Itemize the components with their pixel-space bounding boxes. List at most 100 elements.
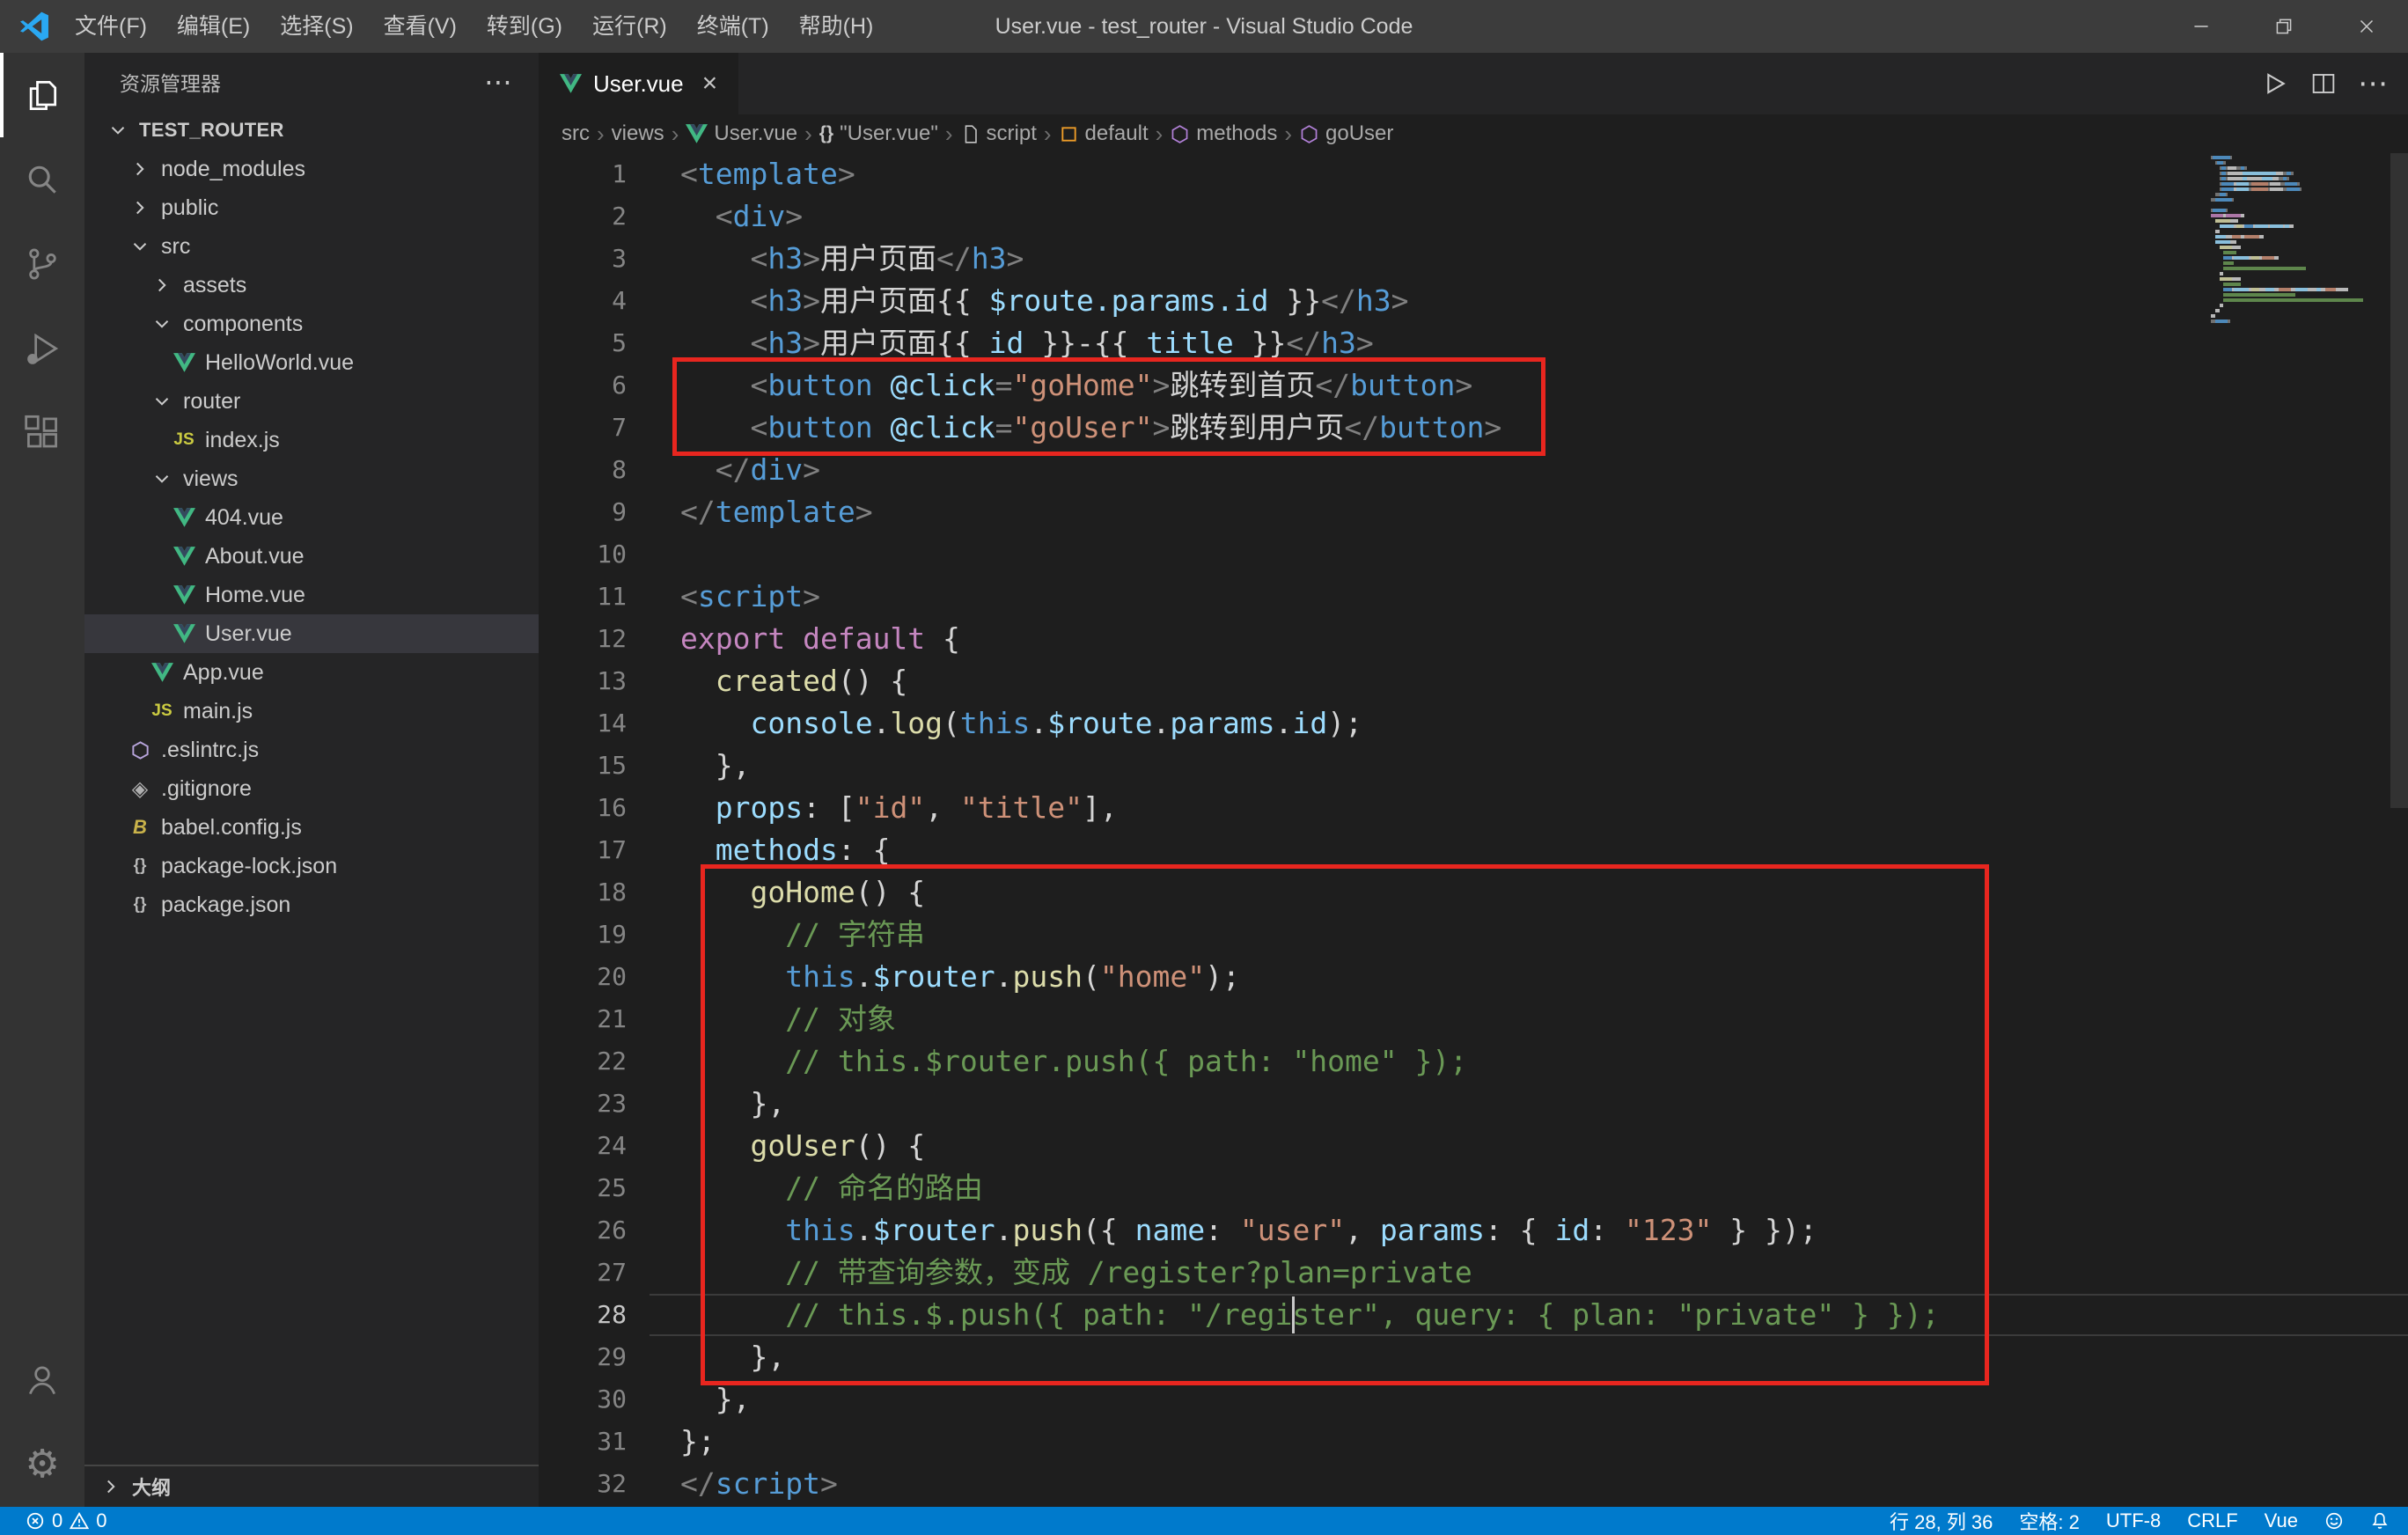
breadcrumb-item[interactable]: script: [960, 121, 1037, 146]
activity-search[interactable]: [0, 137, 84, 222]
code-line[interactable]: 3 <h3>用户页面</h3>: [539, 238, 2408, 280]
tab-user-vue[interactable]: User.vue ×: [539, 53, 738, 114]
tree-item-src[interactable]: src: [84, 227, 539, 266]
cursor-position[interactable]: 行 28, 列 36: [1876, 1507, 2006, 1535]
tree-item--eslintrc-js[interactable]: .eslintrc.js: [84, 731, 539, 769]
tree-item--gitignore[interactable]: ◈.gitignore: [84, 769, 539, 808]
code-line[interactable]: 8 </div>: [539, 449, 2408, 491]
menu-item[interactable]: 选择(S): [265, 0, 368, 53]
code-line[interactable]: 21 // 对象: [539, 998, 2408, 1040]
menu-item[interactable]: 文件(F): [60, 0, 162, 53]
tree-item-router[interactable]: router: [84, 382, 539, 421]
menu-item[interactable]: 查看(V): [369, 0, 472, 53]
breadcrumb-item[interactable]: User.vue: [686, 121, 797, 146]
split-editor-button[interactable]: [2302, 62, 2345, 105]
code-line[interactable]: 6 <button @click="goHome">跳转到首页</button>: [539, 364, 2408, 407]
restore-button[interactable]: [2243, 0, 2325, 53]
tree-item-babel-config-js[interactable]: Bbabel.config.js: [84, 808, 539, 847]
code-line[interactable]: 32</script>: [539, 1463, 2408, 1505]
code-line[interactable]: 16 props: ["id", "title"],: [539, 787, 2408, 829]
activity-extensions[interactable]: [0, 391, 84, 475]
code-line[interactable]: 18 goHome() {: [539, 871, 2408, 914]
menu-item[interactable]: 运行(R): [577, 0, 682, 53]
feedback-icon[interactable]: [2311, 1507, 2357, 1535]
code-line[interactable]: 11<script>: [539, 576, 2408, 618]
notifications-bell-icon[interactable]: [2357, 1507, 2403, 1535]
tree-item-404-vue[interactable]: 404.vue: [84, 498, 539, 537]
tree-item-test-router[interactable]: TEST_ROUTER: [84, 111, 539, 150]
activity-explorer[interactable]: [0, 53, 84, 137]
tree-item-helloworld-vue[interactable]: HelloWorld.vue: [84, 343, 539, 382]
code-line[interactable]: 30 },: [539, 1378, 2408, 1421]
tree-item-index-js[interactable]: JSindex.js: [84, 421, 539, 459]
outline-section[interactable]: 大纲: [84, 1465, 539, 1507]
close-button[interactable]: [2325, 0, 2408, 53]
breadcrumb-item[interactable]: src: [562, 121, 590, 146]
scrollbar[interactable]: [2390, 153, 2408, 808]
code-line[interactable]: 14 console.log(this.$route.params.id);: [539, 702, 2408, 745]
code-line[interactable]: 1<template>: [539, 153, 2408, 195]
activity-settings[interactable]: ⚙: [0, 1422, 84, 1507]
encoding[interactable]: UTF-8: [2093, 1507, 2174, 1535]
tree-item-app-vue[interactable]: App.vue: [84, 653, 539, 692]
code-area[interactable]: 1<template>2 <div>3 <h3>用户页面</h3>4 <h3>用…: [539, 153, 2408, 1507]
code-line[interactable]: 19 // 字符串: [539, 914, 2408, 956]
close-tab-icon[interactable]: ×: [702, 70, 718, 97]
vscode-window: 文件(F)编辑(E)选择(S)查看(V)转到(G)运行(R)终端(T)帮助(H)…: [0, 0, 2408, 1535]
code-line[interactable]: 24 goUser() {: [539, 1125, 2408, 1167]
tree-item-public[interactable]: public: [84, 188, 539, 227]
tree-item-about-vue[interactable]: About.vue: [84, 537, 539, 576]
code-line[interactable]: 20 this.$router.push("home");: [539, 956, 2408, 998]
tree-item-views[interactable]: views: [84, 459, 539, 498]
breadcrumb-item[interactable]: goUser: [1299, 121, 1393, 146]
menu-item[interactable]: 转到(G): [472, 0, 577, 53]
breadcrumb-item[interactable]: views: [612, 121, 664, 146]
editor-more-actions-icon[interactable]: ⋯: [2352, 62, 2394, 105]
code-line[interactable]: 23 },: [539, 1083, 2408, 1125]
code-line[interactable]: 10: [539, 533, 2408, 576]
activity-account[interactable]: [0, 1338, 84, 1422]
minimize-button[interactable]: [2160, 0, 2243, 53]
tree-item-assets[interactable]: assets: [84, 266, 539, 305]
code-line[interactable]: 25 // 命名的路由: [539, 1167, 2408, 1209]
code-line[interactable]: 26 this.$router.push({ name: "user", par…: [539, 1209, 2408, 1252]
activity-run-debug[interactable]: [0, 306, 84, 391]
code-line[interactable]: 4 <h3>用户页面{{ $route.params.id }}</h3>: [539, 280, 2408, 322]
code-line[interactable]: 2 <div>: [539, 195, 2408, 238]
breadcrumb-item[interactable]: {}"User.vue": [819, 121, 938, 146]
tree-item-home-vue[interactable]: Home.vue: [84, 576, 539, 614]
code-line[interactable]: 17 methods: {: [539, 829, 2408, 871]
code-line[interactable]: 28 // this.$.push({ path: "/register", q…: [539, 1294, 2408, 1336]
problems-indicator[interactable]: 0 0: [12, 1507, 121, 1535]
code-line[interactable]: 12export default {: [539, 618, 2408, 660]
menu-item[interactable]: 编辑(E): [162, 0, 265, 53]
chevron-right-icon: [97, 1475, 125, 1498]
tree-item-package-json[interactable]: {}package.json: [84, 885, 539, 924]
code-line[interactable]: 5 <h3>用户页面{{ id }}-{{ title }}</h3>: [539, 322, 2408, 364]
code-line[interactable]: 22 // this.$router.push({ path: "home" }…: [539, 1040, 2408, 1083]
menu-item[interactable]: 终端(T): [682, 0, 784, 53]
eol-selector[interactable]: CRLF: [2174, 1507, 2250, 1535]
breadcrumb-item[interactable]: default: [1059, 121, 1149, 146]
tree-item-components[interactable]: components: [84, 305, 539, 343]
code-line[interactable]: 7 <button @click="goUser">跳转到用户页</button…: [539, 407, 2408, 449]
activity-source-control[interactable]: [0, 222, 84, 306]
explorer-more-actions-icon[interactable]: ⋯: [484, 68, 512, 96]
tree-item-user-vue[interactable]: User.vue: [84, 614, 539, 653]
minimap[interactable]: [2211, 155, 2387, 324]
run-button[interactable]: [2253, 62, 2295, 105]
code-line[interactable]: 9</template>: [539, 491, 2408, 533]
code-line[interactable]: 15 },: [539, 745, 2408, 787]
line-number: 28: [539, 1294, 627, 1336]
code-line[interactable]: 29 },: [539, 1336, 2408, 1378]
tree-item-main-js[interactable]: JSmain.js: [84, 692, 539, 731]
breadcrumb-item[interactable]: methods: [1170, 121, 1277, 146]
indentation[interactable]: 空格: 2: [2006, 1507, 2092, 1535]
code-line[interactable]: 27 // 带查询参数，变成 /register?plan=private: [539, 1252, 2408, 1294]
menu-item[interactable]: 帮助(H): [784, 0, 889, 53]
tree-item-package-lock-json[interactable]: {}package-lock.json: [84, 847, 539, 885]
language-mode[interactable]: Vue: [2251, 1507, 2311, 1535]
tree-item-node-modules[interactable]: node_modules: [84, 150, 539, 188]
code-line[interactable]: 31};: [539, 1421, 2408, 1463]
code-line[interactable]: 13 created() {: [539, 660, 2408, 702]
